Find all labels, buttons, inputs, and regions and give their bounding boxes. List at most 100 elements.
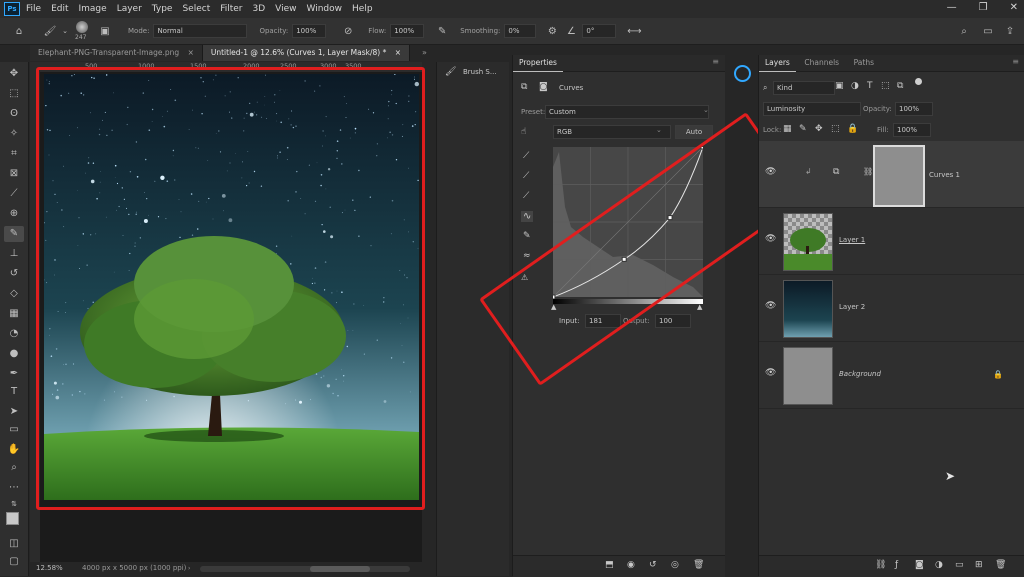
airbrush-icon[interactable]: ✎ [432,26,452,37]
new-layer-icon[interactable]: ⊞ [975,560,983,570]
eraser-tool-icon[interactable]: ◇ [4,286,24,302]
lock-transparency-icon[interactable]: ▦ [783,124,792,134]
targeted-adjustment-icon[interactable]: ☝ [521,127,526,137]
black-point-eyedropper-icon[interactable]: ⟋ [523,151,529,161]
filter-type-icon[interactable]: T [867,81,873,91]
foreground-color-swatch[interactable] [6,512,19,525]
screen-mode-icon[interactable]: ▢ [4,554,24,570]
curve-points-icon[interactable]: ∿ [521,211,534,222]
dodge-tool-icon[interactable]: ● [4,346,24,362]
lasso-tool-icon[interactable]: ʘ [4,106,24,122]
add-mask-icon[interactable]: ◙ [915,560,924,570]
menu-layer[interactable]: Layer [117,4,142,14]
shape-tool-icon[interactable]: ▭ [4,422,24,438]
eye-icon[interactable]: 👁 [765,234,777,246]
layer-row-layer-2[interactable]: 👁 Layer 2 [759,275,1024,342]
pressure-opacity-icon[interactable]: ⊘ [338,26,358,37]
view-previous-icon[interactable]: ◉ [627,560,635,570]
link-icon[interactable]: ⛓ [863,167,873,176]
close-icon[interactable]: ✕ [1010,2,1018,13]
chevron-down-icon[interactable]: ⌄ [703,106,709,114]
scrollbar-thumb[interactable] [310,566,370,572]
output-field[interactable]: 100 [655,314,691,328]
layer-name[interactable]: Background [839,370,881,378]
zoom-level[interactable]: 12.58% [36,564,63,572]
layer-style-icon[interactable]: ƒ [895,560,898,570]
panel-menu-icon[interactable]: ≡ [712,57,719,66]
frame-tool-icon[interactable]: ⊠ [4,166,24,182]
opacity-field[interactable]: 100% [895,102,933,116]
blend-mode-select[interactable]: Luminosity [763,102,861,116]
more-tools-icon[interactable]: ⋯ [4,480,24,496]
menu-filter[interactable]: Filter [220,4,242,14]
workspace-icon[interactable]: ▭ [980,26,996,37]
chevron-down-icon[interactable]: ⌄ [656,126,662,134]
menu-type[interactable]: Type [152,4,173,14]
home-icon[interactable]: ⌂ [8,26,30,37]
search-icon[interactable]: ⌕ [956,26,972,37]
tab-layers[interactable]: Layers [759,55,796,72]
menu-select[interactable]: Select [182,4,210,14]
brush-preset-picker[interactable]: 247 [70,19,96,43]
visibility-icon[interactable]: ◎ [671,560,679,570]
layer-mask-thumbnail[interactable] [873,145,925,207]
tab-channels[interactable]: Channels [798,55,845,71]
layer-name[interactable]: Layer 2 [839,303,865,311]
menu-help[interactable]: Help [352,4,373,14]
healing-brush-tool-icon[interactable]: ⊕ [4,206,24,222]
crop-tool-icon[interactable]: ⌗ [4,146,24,162]
opacity-field[interactable]: 100% [292,24,327,38]
brush-tool-icon[interactable]: 🖌 [40,26,60,37]
channel-select[interactable]: RGB [553,125,671,139]
marquee-tool-icon[interactable]: ⬚ [4,86,24,102]
layer-row-layer-1[interactable]: 👁 Layer 1 [759,208,1024,275]
type-tool-icon[interactable]: T [4,384,24,400]
gray-point-eyedropper-icon[interactable]: ⟋ [523,171,529,181]
lock-all-icon[interactable]: 🔒 [847,124,858,134]
new-adjustment-icon[interactable]: ◑ [935,560,943,570]
brush-tool-icon[interactable]: ✎ [4,226,24,242]
white-slider-icon[interactable]: ▲ [697,303,702,311]
menu-edit[interactable]: Edit [51,4,68,14]
brush-panel-icon[interactable]: 🖌 [445,67,456,77]
layer-name[interactable]: Curves 1 [929,171,960,179]
menu-file[interactable]: File [26,4,41,14]
filter-kind-select[interactable]: Kind [773,81,835,95]
filter-adjustment-icon[interactable]: ◑ [851,81,859,91]
eyedropper-tool-icon[interactable]: ⟋ [4,186,24,202]
chevron-right-icon[interactable]: › [188,565,190,572]
tab-elephant[interactable]: Elephant-PNG-Transparent-Image.png × [30,45,203,61]
clone-stamp-tool-icon[interactable]: ⊥ [4,246,24,262]
pencil-draw-icon[interactable]: ✎ [523,231,531,241]
eye-icon[interactable]: 👁 [765,167,777,179]
lock-artboard-icon[interactable]: ⬚ [831,124,840,134]
new-group-icon[interactable]: ▭ [955,560,964,570]
libraries-icon[interactable] [734,65,751,82]
blur-tool-icon[interactable]: ◔ [4,326,24,342]
filter-smart-object-icon[interactable]: ⧉ [897,81,903,91]
smoothing-field[interactable]: 0% [504,24,537,38]
panel-menu-icon[interactable]: ≡ [1012,57,1019,66]
mode-select[interactable]: Normal [153,24,248,38]
layer-row-curves[interactable]: 👁 ↲ ⧉ ⛓ Curves 1 [759,141,1024,208]
menu-image[interactable]: Image [79,4,107,14]
tab-paths[interactable]: Paths [848,55,880,71]
flow-field[interactable]: 100% [390,24,425,38]
smoothing-settings-icon[interactable]: ⚙ [542,26,562,37]
minimize-icon[interactable]: — [947,2,957,13]
eye-icon[interactable]: 👁 [765,301,777,313]
chevron-down-icon[interactable]: ⌄ [60,27,70,35]
tab-properties[interactable]: Properties [513,55,563,72]
menu-3d[interactable]: 3D [253,4,266,14]
filter-shape-icon[interactable]: ⬚ [881,81,890,91]
layer-mask-icon[interactable]: ◙ [539,82,548,92]
auto-button[interactable]: Auto [675,125,713,139]
tab-untitled[interactable]: Untitled-1 @ 12.6% (Curves 1, Layer Mask… [202,45,411,61]
eye-icon[interactable]: 👁 [765,368,777,380]
layer-name[interactable]: Layer 1 [839,236,865,244]
path-selection-tool-icon[interactable]: ➤ [4,404,24,420]
brush-panel-title[interactable]: Brush S... [463,68,497,76]
lock-position-icon[interactable]: ✥ [815,124,823,134]
filter-toggle-icon[interactable] [915,78,922,85]
brush-settings-icon[interactable]: ▣ [96,26,114,37]
